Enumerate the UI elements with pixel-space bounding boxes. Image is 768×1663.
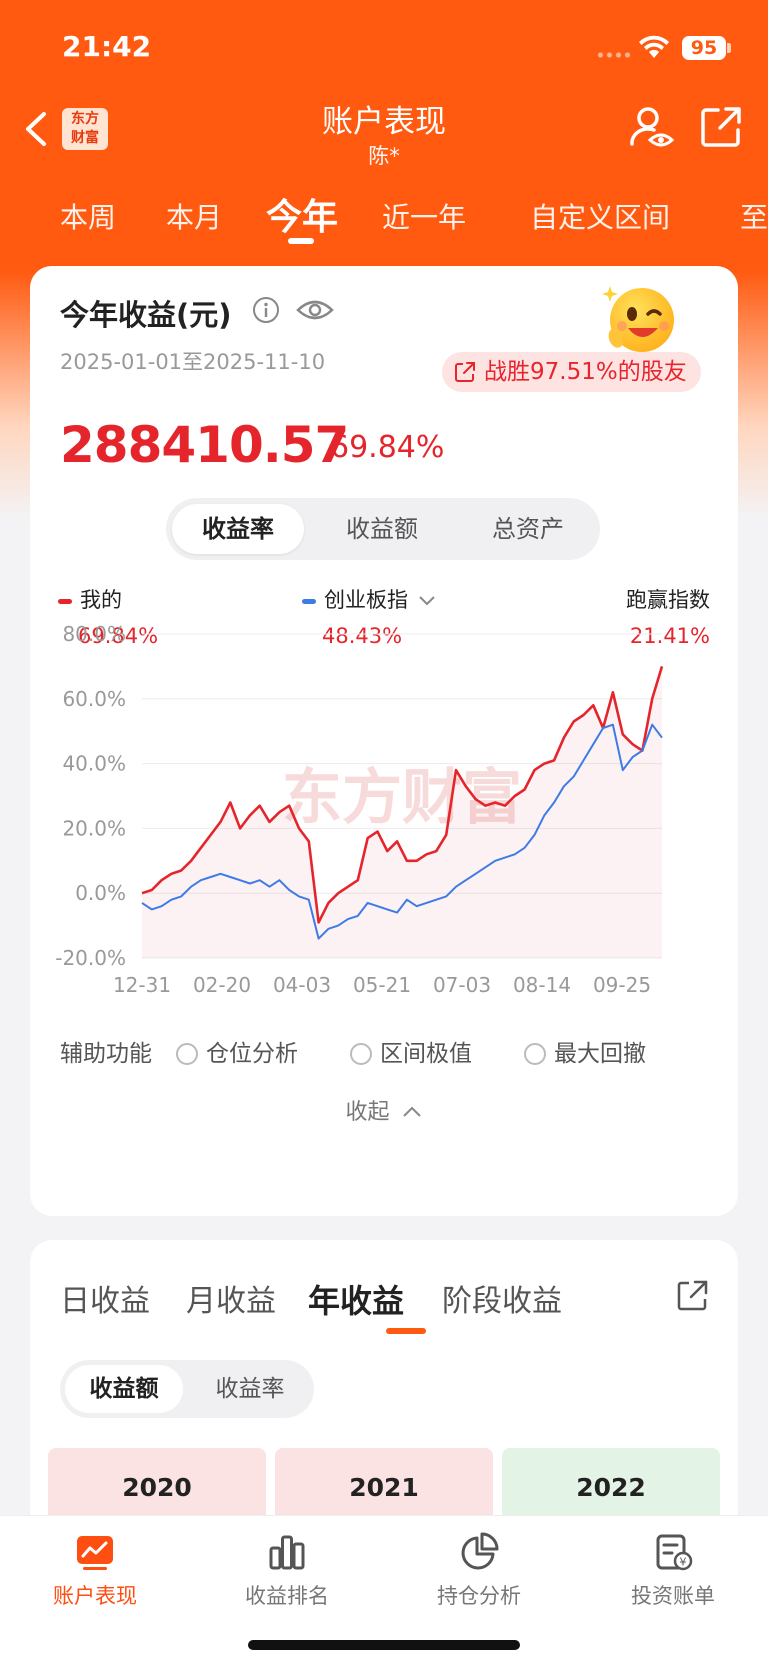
wifi-icon: [639, 35, 669, 58]
user-privacy-icon[interactable]: [628, 104, 676, 152]
legend-beat-label: 跑赢指数: [626, 588, 710, 612]
returns-metric-toggle: 收益额 收益率: [60, 1360, 314, 1418]
share-icon[interactable]: [700, 106, 742, 148]
aux-range-extremes[interactable]: 区间极值: [350, 1034, 472, 1068]
battery-tip: [727, 43, 731, 53]
share-small-icon: [455, 362, 475, 382]
svg-text:¥: ¥: [680, 1556, 687, 1569]
x-tick-label: 04-03: [273, 973, 331, 997]
toggle-return-rate[interactable]: 收益率: [172, 504, 304, 554]
y-tick-label: 0.0%: [75, 881, 126, 905]
status-time: 21:42: [62, 30, 152, 63]
tab-this-year[interactable]: 今年: [266, 188, 338, 240]
date-range: 2025-01-01至2025-11-10: [60, 350, 326, 374]
tabbar-return-ranking[interactable]: 收益排名: [212, 1532, 362, 1610]
x-tick-label: 12-31: [113, 973, 171, 997]
radio-icon: [350, 1043, 372, 1065]
x-tick-label: 08-14: [513, 973, 571, 997]
tab-until[interactable]: 至: [740, 196, 768, 236]
tab-monthly-returns[interactable]: 月收益: [186, 1276, 276, 1320]
legend-index-swatch: [302, 598, 316, 604]
aux-max-drawdown[interactable]: 最大回撤: [524, 1034, 646, 1068]
chevron-up-icon: [402, 1106, 421, 1117]
total-profit-value: 288410.57: [60, 416, 349, 474]
x-tick-label: 05-21: [353, 973, 411, 997]
tab-daily-returns[interactable]: 日收益: [60, 1276, 150, 1320]
summary-title: 今年收益(元): [60, 298, 232, 332]
y-tick-label: 20.0%: [62, 816, 126, 840]
legend-mine-swatch: [58, 598, 72, 604]
tab-this-week[interactable]: 本周: [60, 196, 116, 236]
toggle-return-amount[interactable]: 收益额: [316, 504, 448, 554]
info-icon[interactable]: [252, 296, 280, 324]
tabbar-account-performance[interactable]: 账户表现: [20, 1532, 170, 1610]
legend-index-label: 创业板指: [324, 588, 408, 612]
y-tick-label: 40.0%: [62, 752, 126, 776]
returns-card: 日收益 月收益 年收益 阶段收益 收益额 收益率 2020 2021 2022: [30, 1240, 738, 1540]
performance-card: 今年收益(元) 2025-01-01至2025-11-10 战胜97.51%的股…: [30, 266, 738, 1216]
aux-label: 辅助功能: [60, 1041, 152, 1067]
eye-icon[interactable]: [296, 296, 334, 324]
beat-percentile-badge[interactable]: 战胜97.51%的股友: [442, 352, 701, 392]
period-tabs: | 本周 本月 今年 近一年 自定义区间 至: [0, 180, 768, 250]
y-tick-label: -20.0%: [55, 946, 126, 970]
bill-icon: ¥: [656, 1534, 693, 1571]
chevron-down-icon: [418, 596, 435, 606]
radio-icon: [176, 1043, 198, 1065]
toggle-rate[interactable]: 收益率: [191, 1365, 309, 1413]
tab-period-returns[interactable]: 阶段收益: [442, 1276, 562, 1320]
tab-yearly-returns[interactable]: 年收益: [308, 1276, 404, 1322]
collapse-button[interactable]: 收起: [30, 1094, 738, 1126]
home-indicator: [248, 1640, 520, 1650]
returns-tabs: 日收益 月收益 年收益 阶段收益: [60, 1276, 710, 1336]
chart-line-icon: [77, 1536, 113, 1570]
toggle-amount[interactable]: 收益额: [65, 1365, 183, 1413]
aux-position-analysis[interactable]: 仓位分析: [176, 1034, 298, 1068]
radio-icon: [524, 1043, 546, 1065]
legend-mine-label: 我的: [80, 588, 122, 612]
wink-emoji-icon: [602, 286, 674, 352]
x-tick-label: 09-25: [593, 973, 651, 997]
bar-chart-icon: [269, 1535, 305, 1570]
tab-this-month[interactable]: 本月: [166, 196, 222, 236]
x-tick-label: 02-20: [193, 973, 251, 997]
returns-tab-underline: [386, 1328, 426, 1334]
battery-icon: 95: [682, 36, 726, 60]
tab-custom-range[interactable]: 自定义区间: [530, 196, 670, 236]
pie-chart-icon: [461, 1532, 499, 1570]
tabbar-holdings-analysis[interactable]: 持仓分析: [404, 1532, 554, 1610]
signal-icon: [596, 52, 632, 58]
active-tab-underline: [288, 238, 314, 244]
nav-bar: 东方 财富 账户表现 陈*: [0, 90, 768, 170]
y-tick-label: 80.0%: [62, 622, 126, 646]
tab-past-year[interactable]: 近一年: [382, 196, 466, 236]
beat-percentile-text: 战胜97.51%的股友: [484, 359, 687, 385]
total-profit-percent: 69.84%: [330, 430, 445, 465]
status-bar: 21:42 95: [0, 0, 768, 90]
x-tick-label: 07-03: [433, 973, 491, 997]
tabbar-investment-bill[interactable]: ¥ 投资账单: [598, 1532, 748, 1610]
y-tick-label: 60.0%: [62, 687, 126, 711]
toggle-total-assets[interactable]: 总资产: [462, 504, 594, 554]
share-icon[interactable]: [676, 1280, 708, 1312]
chart-metric-toggle: 收益率 收益额 总资产: [166, 498, 600, 560]
return-line-chart: 东方财富80.0%60.0%40.0%20.0%0.0%-20.0%12-31 0…: [55, 622, 664, 997]
